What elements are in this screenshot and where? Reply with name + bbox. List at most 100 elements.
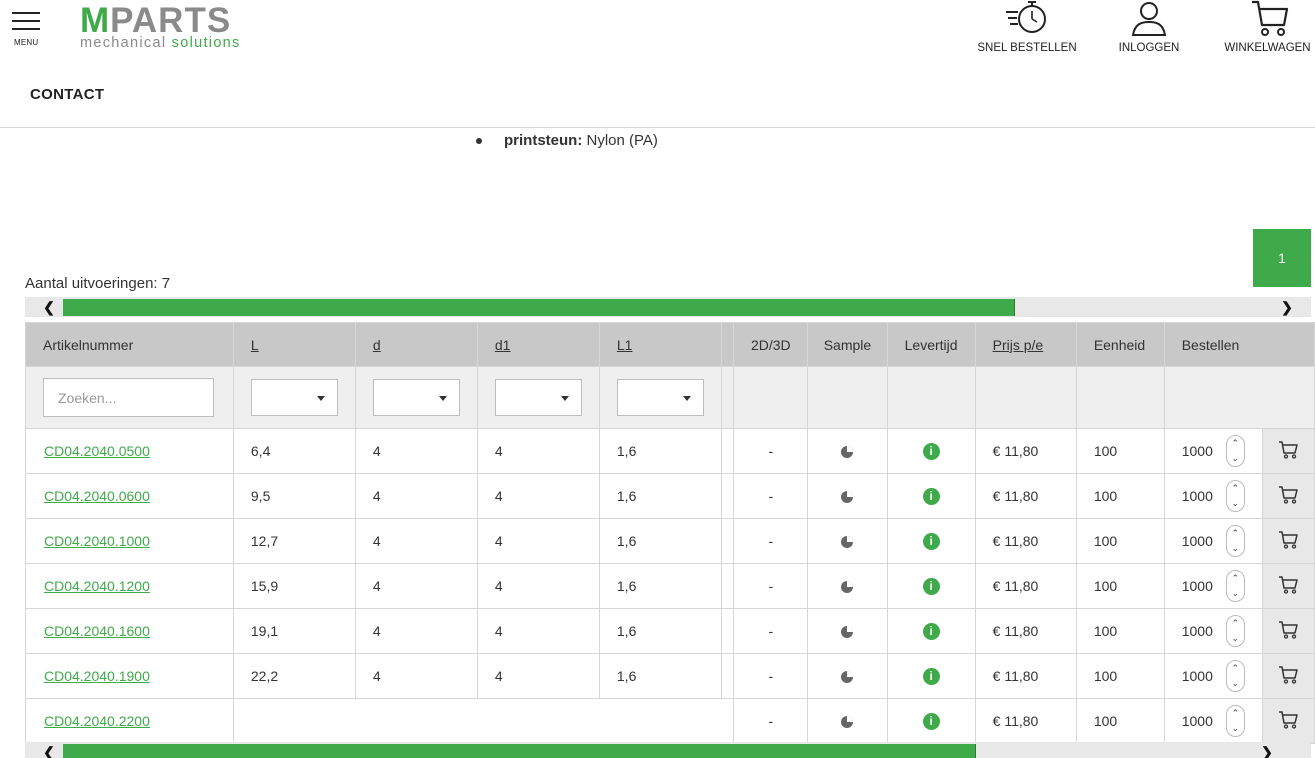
cell-d: 4	[354, 563, 478, 609]
table-row: CD04.2040.1600 19,1 4 4 1,6- i € 11,80 100 1000 ⌃…	[25, 608, 1315, 654]
quantity-stepper[interactable]: ⌃ ⌄	[1225, 525, 1245, 557]
cell-unit: 100	[1075, 563, 1165, 609]
sample-icon[interactable]	[840, 490, 854, 504]
info-icon[interactable]: i	[922, 712, 940, 730]
table-scrollbar-top[interactable]: ❮ ❯	[25, 297, 1311, 317]
cell-d: 4	[354, 473, 478, 519]
chevron-down-icon[interactable]: ⌄	[1231, 724, 1239, 733]
add-to-cart-button[interactable]	[1261, 563, 1315, 609]
add-to-cart-button[interactable]	[1261, 653, 1315, 699]
quantity-stepper[interactable]: ⌃ ⌄	[1225, 660, 1245, 692]
sample-icon[interactable]	[840, 625, 854, 639]
table-scrollbar-bottom[interactable]: ❮ ❯	[25, 742, 1311, 758]
info-icon[interactable]: i	[922, 487, 940, 505]
header-divider	[0, 127, 1315, 128]
article-link[interactable]: CD04.2040.0600	[44, 488, 150, 504]
sample-icon[interactable]	[840, 670, 854, 684]
cell-unit: 100	[1075, 698, 1165, 744]
chevron-up-icon[interactable]: ⌃	[1231, 439, 1239, 448]
quantity-stepper[interactable]: ⌃ ⌄	[1225, 705, 1245, 737]
col-prijs[interactable]: Prijs p/e	[974, 322, 1077, 367]
login-label: INLOGGEN	[1118, 42, 1180, 54]
nav-contact[interactable]: CONTACT	[30, 86, 104, 103]
col-d[interactable]: d	[354, 322, 478, 367]
chevron-up-icon[interactable]: ⌃	[1231, 664, 1239, 673]
search-input[interactable]	[43, 378, 214, 417]
scrollbar-thumb[interactable]	[63, 744, 976, 758]
info-icon[interactable]: i	[922, 667, 940, 685]
login-button[interactable]: INLOGGEN	[1112, 0, 1186, 60]
col-L1[interactable]: L1	[598, 322, 722, 367]
sample-icon[interactable]	[840, 445, 854, 459]
article-link[interactable]: CD04.2040.1200	[44, 578, 150, 594]
article-link[interactable]: CD04.2040.0500	[44, 443, 150, 459]
logo[interactable]: MPARTS mechanical solutions	[80, 3, 312, 54]
chevron-up-icon[interactable]: ⌃	[1231, 529, 1239, 538]
chevron-down-icon[interactable]: ⌄	[1231, 544, 1239, 553]
quantity-value[interactable]: 1000	[1182, 533, 1226, 549]
info-icon[interactable]: i	[922, 442, 940, 460]
quantity-stepper[interactable]: ⌃ ⌄	[1225, 570, 1245, 602]
info-icon[interactable]: i	[922, 532, 940, 550]
quick-order-label: SNEL BESTELLEN	[977, 42, 1077, 54]
article-link[interactable]: CD04.2040.2200	[44, 713, 150, 729]
scrollbar-thumb[interactable]	[63, 299, 1015, 316]
sample-icon[interactable]	[840, 535, 854, 549]
sample-icon[interactable]	[840, 715, 854, 729]
add-to-cart-button[interactable]	[1261, 428, 1315, 474]
cart-icon	[1279, 665, 1299, 684]
chevron-up-icon[interactable]: ⌃	[1231, 619, 1239, 628]
info-icon[interactable]: i	[922, 577, 940, 595]
chevron-down-icon[interactable]: ⌄	[1231, 679, 1239, 688]
quantity-stepper[interactable]: ⌃ ⌄	[1225, 480, 1245, 512]
add-to-cart-button[interactable]	[1261, 608, 1315, 654]
col-d1[interactable]: d1	[476, 322, 600, 367]
quantity-value[interactable]: 1000	[1182, 578, 1226, 594]
quantity-stepper[interactable]: ⌃ ⌄	[1225, 435, 1245, 467]
table-row: CD04.2040.1900 22,2 4 4 1,6- i € 11,80 100 1000 ⌃…	[25, 653, 1315, 699]
quantity-value[interactable]: 1000	[1182, 623, 1226, 639]
col-L[interactable]: L	[232, 322, 356, 367]
chevron-up-icon[interactable]: ⌃	[1231, 709, 1239, 718]
quantity-value[interactable]: 1000	[1182, 443, 1226, 459]
cell-d1: 4	[476, 563, 600, 609]
cell-2d3d: -	[733, 473, 809, 519]
chevron-down-icon[interactable]: ⌄	[1231, 634, 1239, 643]
page-1-button[interactable]: 1	[1253, 229, 1311, 287]
add-to-cart-button[interactable]	[1261, 473, 1315, 519]
cell-d1: 4	[476, 428, 600, 474]
col-sample: Sample	[807, 322, 888, 367]
menu-button[interactable]: MENU	[12, 12, 42, 48]
scroll-left-icon[interactable]: ❮	[39, 297, 59, 317]
sample-icon[interactable]	[840, 580, 854, 594]
cell-d1: 4	[476, 653, 600, 699]
info-icon[interactable]: i	[922, 622, 940, 640]
article-link[interactable]: CD04.2040.1900	[44, 668, 150, 684]
scroll-right-icon[interactable]: ❯	[1277, 297, 1297, 317]
scroll-right-icon[interactable]: ❯	[1257, 742, 1277, 758]
cart-button[interactable]: WINKELWAGEN	[1220, 0, 1315, 60]
add-to-cart-button[interactable]	[1261, 518, 1315, 564]
cell-L1: 1,6	[598, 563, 722, 609]
chevron-up-icon[interactable]: ⌃	[1231, 574, 1239, 583]
filter-d1-dropdown[interactable]	[494, 379, 582, 416]
cell-d: 4	[354, 608, 478, 654]
chevron-down-icon[interactable]: ⌄	[1231, 454, 1239, 463]
quantity-value[interactable]: 1000	[1182, 713, 1226, 729]
chevron-up-icon[interactable]: ⌃	[1231, 484, 1239, 493]
quantity-stepper[interactable]: ⌃ ⌄	[1225, 615, 1245, 647]
chevron-down-icon[interactable]: ⌄	[1231, 589, 1239, 598]
filter-L1-dropdown[interactable]	[616, 379, 704, 416]
col-2d3d: 2D/3D	[733, 322, 809, 367]
scroll-left-icon[interactable]: ❮	[39, 742, 59, 758]
add-to-cart-button[interactable]	[1261, 698, 1315, 744]
article-link[interactable]: CD04.2040.1000	[44, 533, 150, 549]
filter-d-dropdown[interactable]	[372, 379, 460, 416]
cell-2d3d: -	[733, 563, 809, 609]
quick-order-button[interactable]: SNEL BESTELLEN	[975, 0, 1079, 60]
article-link[interactable]: CD04.2040.1600	[44, 623, 150, 639]
chevron-down-icon[interactable]: ⌄	[1231, 499, 1239, 508]
filter-L-dropdown[interactable]	[250, 379, 338, 416]
quantity-value[interactable]: 1000	[1182, 668, 1226, 684]
quantity-value[interactable]: 1000	[1182, 488, 1226, 504]
